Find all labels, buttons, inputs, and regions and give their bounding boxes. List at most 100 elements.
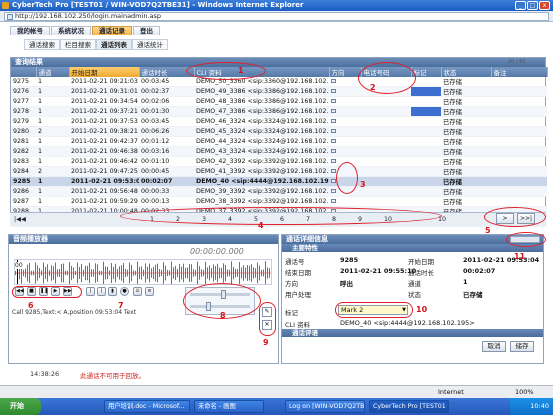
waveform-bar [249, 265, 250, 281]
section-main-props[interactable]: 主要特性 [282, 244, 543, 252]
table-cell: 已存储 [441, 186, 491, 197]
waveform-bar [101, 270, 102, 276]
table-cell [361, 126, 411, 137]
address-bar: http://192.168.102.250/login.mainadmin.a… [0, 11, 553, 22]
table-row[interactable]: 9282 1 2011-02-21 09:46:38 00:03:16 DEMO_43_… [11, 146, 547, 157]
table-cell: 已存储 [441, 136, 491, 147]
column-header[interactable] [11, 67, 37, 77]
stop-button[interactable]: ■ [27, 287, 36, 296]
table-cell: 9278 [11, 106, 36, 117]
tab-call-list[interactable]: 通话列表 [96, 39, 132, 50]
column-header[interactable]: 开始日期 [69, 67, 140, 77]
waveform-bar [67, 270, 68, 276]
pause-button[interactable]: ❚❚ [39, 287, 48, 296]
waveform-bar [235, 268, 236, 278]
table-cell [361, 196, 411, 207]
mark-button[interactable]: ▮ [108, 287, 117, 296]
menu-call-records[interactable]: 通话记录 [92, 26, 132, 35]
tab-call-stats[interactable]: 通话统计 [132, 39, 168, 50]
menu-logout[interactable]: 登出 [133, 26, 160, 35]
column-header[interactable]: 方向 [329, 67, 362, 77]
table-row[interactable]: 9275 1 2011-02-21 09:21:03 00:03:45 DEMO_50_… [11, 77, 547, 87]
table-cell: 2011-02-21 09:42:37 [69, 136, 139, 147]
annotation-6: 6 [28, 301, 34, 310]
results-table: 通道 开始日期 通话时长 CLI 资料 方向 电话号码 标记 状态 备注 9275 1 2011-0… [11, 67, 548, 227]
table-cell: 1 [36, 176, 69, 187]
cancel-button[interactable]: 取消 [482, 341, 506, 352]
forward-marker-button[interactable]: ) [97, 287, 106, 296]
rewind-button[interactable]: ◀◀ [15, 287, 24, 296]
direction-icon [331, 169, 336, 173]
tab-call-search[interactable]: 通话搜索 [24, 39, 60, 50]
table-row[interactable]: 9287 1 2011-02-21 09:59:29 00:00:13 DEMO_38_… [11, 196, 547, 207]
taskbar-item-cybertech[interactable]: CyberTech Pro [TEST01 ... [369, 400, 449, 413]
table-cell: DEMO_41_3392 <sip:3392@192.168.102.195> [194, 166, 329, 177]
table-cell [411, 96, 441, 107]
minimize-button[interactable]: _ [515, 1, 526, 10]
section-evaluation[interactable]: 通话评语 [282, 329, 543, 337]
menu-system-status[interactable]: 系统状况 [51, 26, 91, 35]
table-row[interactable]: 9285 1 2011-02-21 09:53:04 00:02:07 DEMO_40 … [11, 176, 547, 187]
taskbar-item-paint[interactable]: 未命名 - 画图 [194, 400, 264, 413]
detail-row: 结束日期 2011-02-21 09:55:10 通话时长 00:02:07 [283, 266, 542, 277]
menu-my-account[interactable]: 我的帐号 [10, 26, 50, 35]
table-row[interactable]: 9276 1 2011-02-21 09:31:01 00:02:37 DEMO_49_… [11, 86, 547, 97]
field-value: 2011-02-21 09:55:10 [340, 267, 417, 275]
annotation-3: 3 [360, 180, 366, 189]
waveform-bar [95, 263, 96, 283]
column-header[interactable]: 状态 [441, 67, 492, 77]
waveform-bar [153, 266, 154, 280]
annotation-10: 10 [416, 305, 428, 314]
back-marker-button[interactable]: ( [86, 287, 95, 296]
zoom-level[interactable]: 100% [515, 388, 534, 396]
waveform-bar [115, 263, 116, 283]
page-counter: 20 / 60 [508, 59, 526, 65]
waveform-bar [33, 270, 34, 276]
table-cell: 00:03:16 [139, 146, 194, 157]
table-row[interactable]: 9279 1 2011-02-21 09:37:53 00:03:45 DEMO_46_… [11, 116, 547, 127]
column-header[interactable]: 通道 [36, 67, 70, 77]
waveform-bar [219, 267, 220, 279]
waveform-bar [257, 262, 258, 284]
forward-button[interactable]: ▶▶ [63, 287, 72, 296]
close-button[interactable]: x [539, 1, 550, 10]
waveform-bar [121, 265, 122, 281]
table-row[interactable]: 9280 2 2011-02-21 09:38:21 00:06:26 DEMO_45_… [11, 126, 547, 137]
waveform-bar [89, 262, 90, 284]
table-cell: 9277 [11, 96, 36, 107]
table-cell [411, 86, 441, 97]
waveform-bar [177, 268, 178, 278]
url-field[interactable]: http://192.168.102.250/login.mainadmin.a… [4, 12, 549, 21]
table-cell [361, 146, 411, 157]
waveform-bar [233, 266, 234, 280]
table-row[interactable]: 9278 1 2011-02-21 09:37:21 00:01:30 DEMO_47_… [11, 106, 547, 117]
tab-column-search[interactable]: 栏目搜索 [60, 39, 96, 50]
save-button[interactable]: 储存 [510, 341, 534, 352]
table-cell: DEMO_44_3324 <sip:3324@192.168.102.195> [194, 136, 329, 147]
table-cell: 2011-02-21 09:47:25 [69, 166, 139, 177]
waveform-bar [147, 266, 148, 280]
first-page-icon[interactable]: |◀◀ [14, 216, 26, 223]
waveform-display[interactable] [14, 259, 272, 285]
start-button[interactable]: 开始 [0, 398, 41, 415]
table-cell: 2011-02-21 09:46:42 [69, 156, 139, 167]
table-row[interactable]: 9286 1 2011-02-21 09:56:48 00:00:33 DEMO_39_… [11, 186, 547, 197]
column-header[interactable]: 备注 [491, 67, 548, 77]
table-row[interactable]: 9281 1 2011-02-21 09:42:37 00:01:12 DEMO_44_… [11, 136, 547, 147]
status-message: 此通话不可用于回放。 [80, 372, 145, 380]
window-title-bar: CyberTech Pro [TEST01 / WIN-VOD7Q2TBE31]… [0, 0, 553, 11]
table-cell [491, 86, 547, 97]
detail-row: 通话号 9285 开始日期 2011-02-21 09:53:04 [283, 255, 542, 266]
table-row[interactable]: 9284 2 2011-02-21 09:47:25 00:00:45 DEMO_41_… [11, 166, 547, 177]
waveform-bar [127, 269, 128, 277]
settings-button[interactable]: ≡ [145, 287, 154, 296]
taskbar-item-logon[interactable]: Log on [WIN-VOD7Q2TB... [285, 400, 365, 413]
table-row[interactable]: 9283 1 2011-02-21 09:46:42 00:01:10 DEMO_42_… [11, 156, 547, 167]
loop-button[interactable]: ⊙ [133, 287, 142, 296]
record-button[interactable]: ● [120, 287, 129, 296]
table-row[interactable]: 9277 1 2011-02-21 09:34:54 00:02:06 DEMO_48_… [11, 96, 547, 107]
play-button[interactable]: ▶ [51, 287, 60, 296]
waveform-bar [45, 266, 46, 280]
maximize-button[interactable]: □ [527, 1, 538, 10]
taskbar-item-word[interactable]: 用户培训.doc - Microsof... [104, 400, 190, 413]
